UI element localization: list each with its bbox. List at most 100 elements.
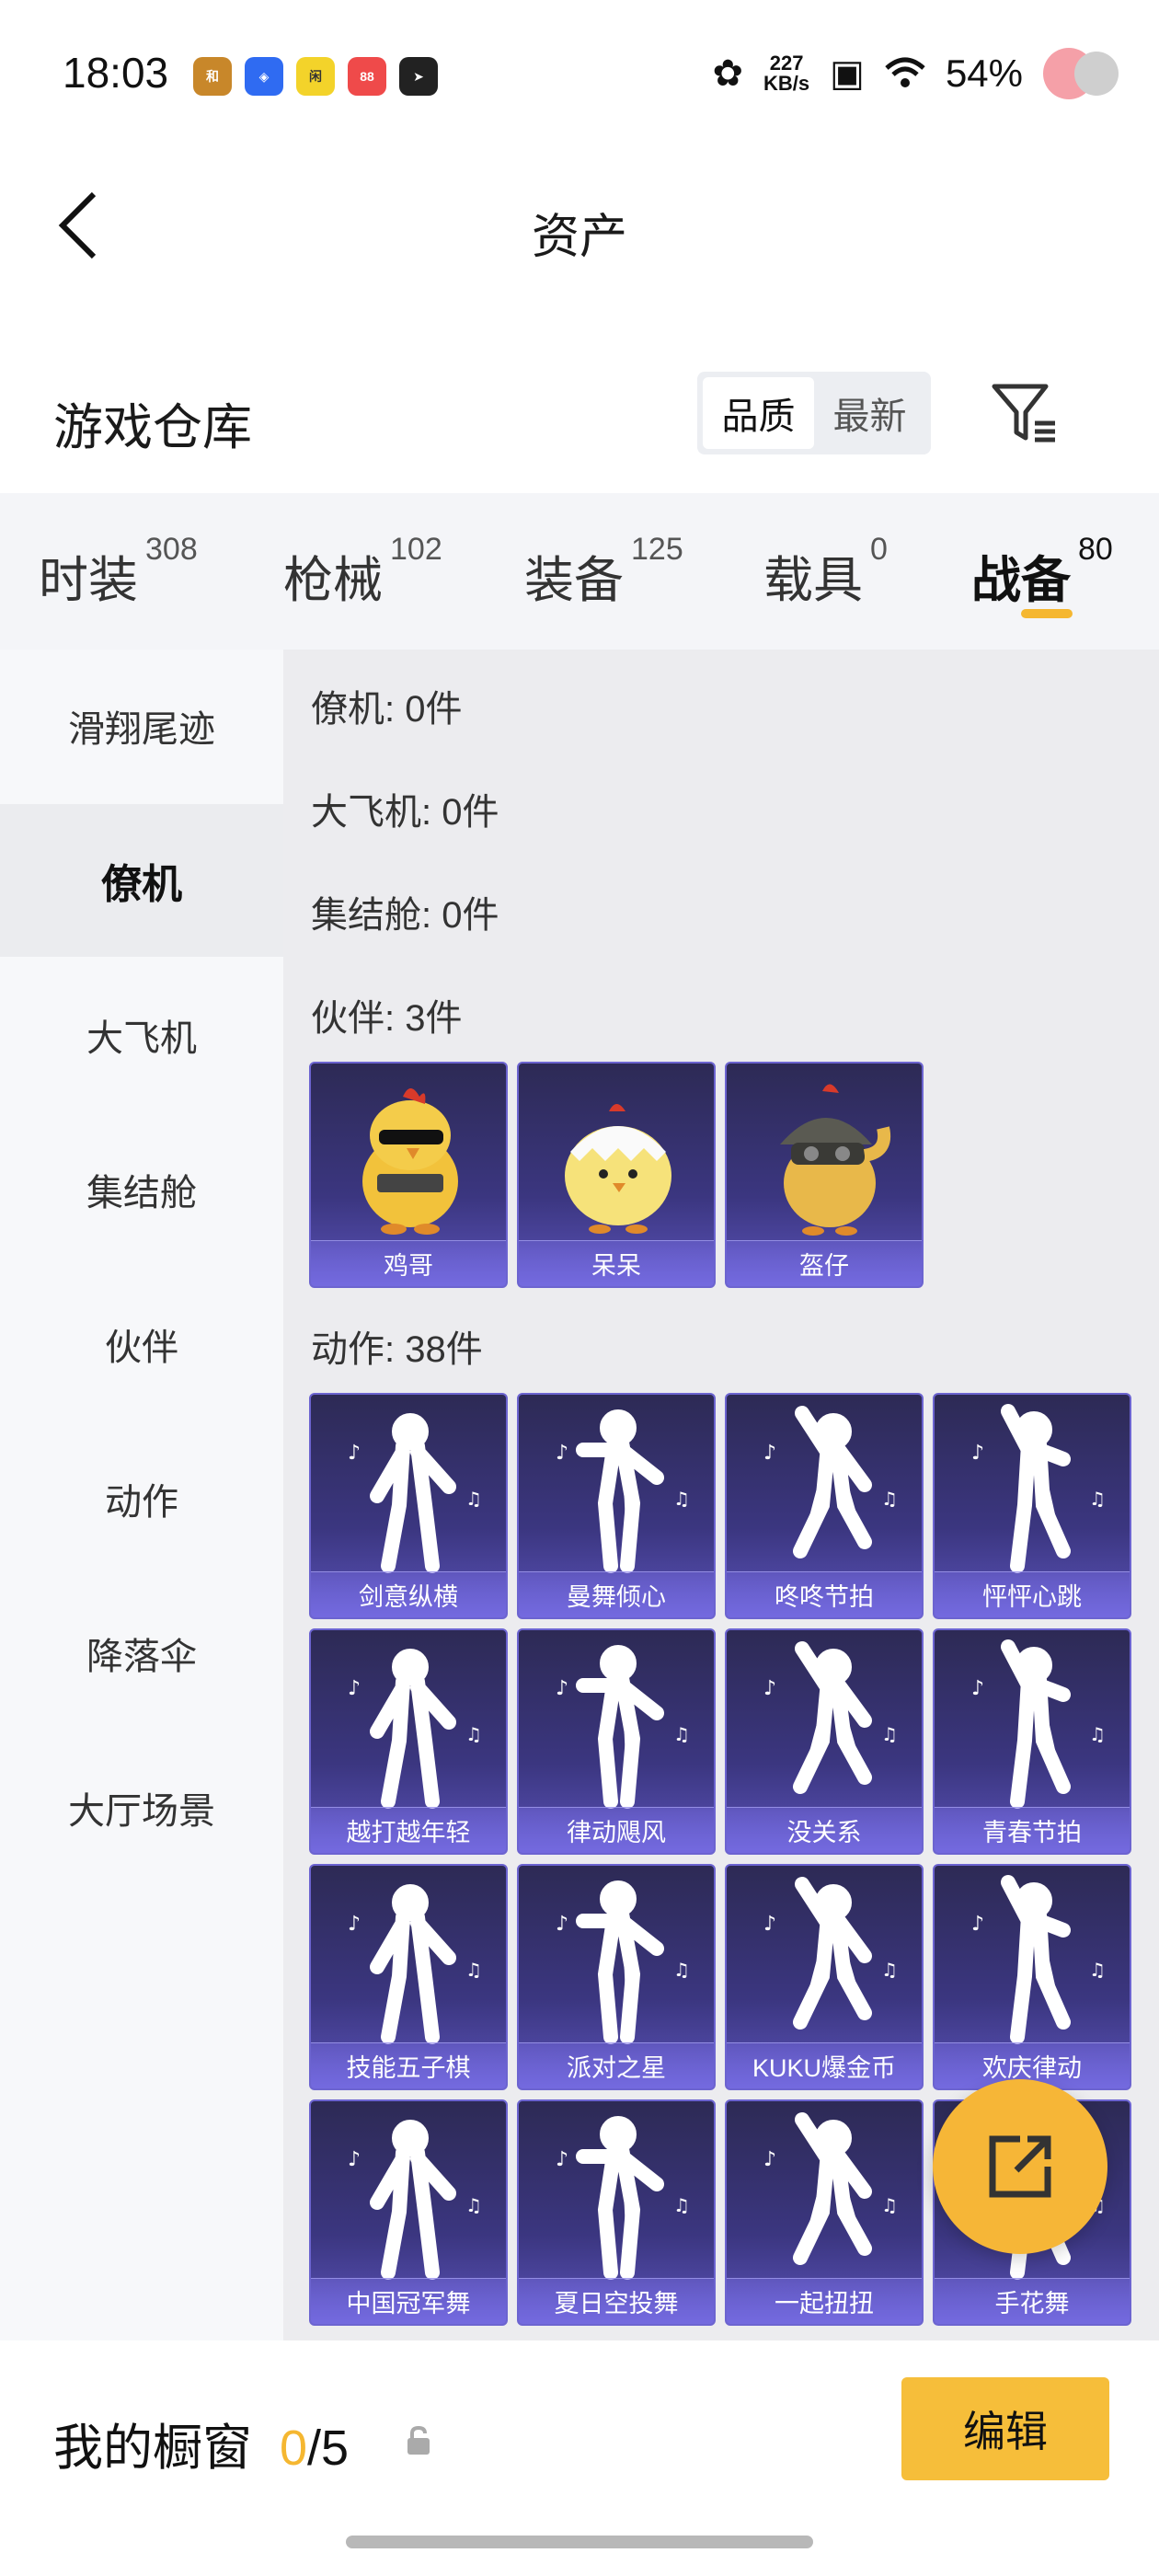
dancer-icon: ♪♫ (763, 1877, 898, 2030)
chicken-icon (362, 1088, 458, 1235)
filter-icon (992, 384, 1055, 443)
svg-text:♪: ♪ (971, 1913, 984, 1936)
blue-app-icon: ◈ (245, 57, 283, 96)
action-name: 越打越年轻 (311, 1807, 506, 1853)
sort-newest-button[interactable]: 最新 (814, 377, 925, 449)
action-card[interactable]: ♪ ♫ 咚咚节拍 (725, 1393, 924, 1619)
sim-icon: ▣ (830, 53, 865, 94)
action-card[interactable]: ♪ ♫ 怦怦心跳 (933, 1393, 1131, 1619)
action-card[interactable]: ♪ ♫ 派对之星 (517, 1864, 716, 2090)
svg-text:♫: ♫ (673, 2194, 690, 2216)
section-wingman: 僚机: 0件 (311, 689, 463, 730)
action-card[interactable]: ♪ ♫ 律动飓风 (517, 1628, 716, 1855)
warehouse-header: 游戏仓库 品质 最新 (0, 368, 1159, 469)
sidebar-item-lobby-scene[interactable]: 大厅场景 (0, 1731, 283, 1884)
section-assembly-pod: 集结舱: 0件 (311, 895, 499, 936)
showcase-section: 我的橱窗 0/5 (53, 2407, 349, 2479)
section-action: 动作: 38件 (311, 1329, 483, 1370)
dancer-icon: ♪♫ (556, 1645, 690, 1809)
sidebar-item-wingman[interactable]: 僚机 (0, 804, 283, 957)
action-card[interactable]: ♪ ♫ 欢庆律动 (933, 1864, 1131, 2090)
tab-vehicles[interactable]: 载具0 (763, 532, 888, 612)
wifi-icon (885, 57, 925, 87)
sidebar-item-parachute[interactable]: 降落伞 (0, 1577, 283, 1730)
svg-text:♪: ♪ (348, 1913, 361, 1936)
action-card[interactable]: ♪ ♫ 剑意纵横 (309, 1393, 508, 1619)
action-name: 中国冠军舞 (311, 2278, 506, 2324)
sidebar-item-action[interactable]: 动作 (0, 1422, 283, 1575)
svg-text:♫: ♫ (1089, 1488, 1106, 1510)
svg-text:♫: ♫ (465, 1488, 482, 1510)
share-floating-button[interactable] (933, 2079, 1107, 2254)
tab-battle-prep[interactable]: 战备80 (971, 532, 1113, 612)
action-name: 派对之星 (519, 2042, 714, 2088)
sidebar-item-big-plane[interactable]: 大飞机 (0, 959, 283, 1111)
tab-count: 80 (1078, 532, 1113, 567)
sort-quality-button[interactable]: 品质 (703, 377, 814, 449)
status-time: 18:03 (63, 49, 169, 97)
action-card[interactable]: ♪ ♫ 中国冠军舞 (309, 2099, 508, 2326)
dancer-icon: ♪♫ (348, 2120, 482, 2280)
sidebar-item-assembly-pod[interactable]: 集结舱 (0, 1113, 283, 1266)
tab-equipment[interactable]: 装备125 (524, 532, 683, 612)
svg-text:♪: ♪ (348, 1677, 361, 1700)
action-card[interactable]: ♪ ♫ 没关系 (725, 1628, 924, 1855)
tab-count: 308 (145, 532, 198, 567)
edit-button[interactable]: 编辑 (901, 2377, 1109, 2480)
sidebar-item-glide-trail[interactable]: 滑翔尾迹 (0, 650, 283, 802)
action-card[interactable]: ♪ ♫ 一起扭扭 (725, 2099, 924, 2326)
tab-guns[interactable]: 枪械102 (283, 532, 442, 612)
dancer-icon: ♪♫ (348, 1884, 482, 2044)
showcase-label: 我的橱窗 (53, 2421, 252, 2476)
action-card[interactable]: ♪ ♫ 青春节拍 (933, 1628, 1131, 1855)
action-card[interactable]: ♪ ♫ 越打越年轻 (309, 1628, 508, 1855)
avatar-icon (1043, 48, 1119, 99)
filter-button[interactable] (989, 381, 1062, 445)
partner-name: 盔仔 (727, 1240, 922, 1286)
action-card[interactable]: ♪ ♫ 曼舞倾心 (517, 1393, 716, 1619)
sidebar: 滑翔尾迹 僚机 大飞机 集结舱 伙伴 动作 降落伞 大厅场景 (0, 650, 283, 2340)
svg-text:♪: ♪ (763, 1913, 776, 1936)
partner-card[interactable]: 呆呆 (517, 1062, 716, 1288)
dancer-icon: ♪♫ (348, 1413, 482, 1573)
partner-card[interactable]: 鸡哥 (309, 1062, 508, 1288)
svg-text:♫: ♫ (673, 1488, 690, 1510)
flower-icon: ✿ (712, 53, 744, 94)
home-indicator (346, 2536, 813, 2548)
svg-text:♪: ♪ (971, 1677, 984, 1700)
red-app-icon: 88 (348, 57, 386, 96)
action-name: 律动飓风 (519, 1807, 714, 1853)
svg-text:♫: ♫ (673, 1723, 690, 1745)
section-big-plane: 大飞机: 0件 (311, 792, 499, 833)
action-name: 手花舞 (935, 2278, 1130, 2324)
svg-text:♪: ♪ (556, 1913, 568, 1936)
active-tab-indicator (1021, 609, 1073, 618)
tab-count: 102 (390, 532, 442, 567)
partner-card[interactable]: 盔仔 (725, 1062, 924, 1288)
tab-label: 装备 (524, 553, 624, 608)
status-right: ✿ 227 KB/s ▣ 54% (712, 48, 1119, 99)
game-app-icon: 和 (193, 57, 232, 96)
partner-name: 呆呆 (519, 1240, 714, 1286)
svg-text:♪: ♪ (763, 2148, 776, 2171)
showcase-count-total: /5 (307, 2421, 350, 2476)
action-card[interactable]: ♪ ♫ KUKU爆金币 (725, 1864, 924, 2090)
page-header: 资产 (0, 161, 1159, 290)
dancer-icon: ♪♫ (556, 1409, 690, 1573)
tab-fashion[interactable]: 时装308 (39, 532, 198, 612)
sidebar-item-partner[interactable]: 伙伴 (0, 1268, 283, 1420)
action-card[interactable]: ♪ ♫ 技能五子棋 (309, 1864, 508, 2090)
external-link-icon (989, 2135, 1051, 2198)
status-bar: 18:03 和 ◈ 闲 88 ➤ ✿ 227 KB/s ▣ 54% (0, 0, 1159, 147)
action-name: 怦怦心跳 (935, 1571, 1130, 1617)
svg-text:♫: ♫ (1089, 1723, 1106, 1745)
svg-text:♪: ♪ (556, 1677, 568, 1700)
action-card[interactable]: ♪ ♫ 夏日空投舞 (517, 2099, 716, 2326)
battery-percent: 54% (945, 52, 1023, 95)
bottom-bar: 我的橱窗 0/5 编辑 (0, 2340, 1159, 2576)
section-partner: 伙伴: 3件 (311, 998, 463, 1039)
dancer-icon: ♪♫ (556, 2116, 690, 2280)
notification-icons: 和 ◈ 闲 88 ➤ (193, 57, 438, 96)
tab-label: 时装 (39, 553, 138, 608)
tab-label: 战备 (971, 553, 1071, 608)
